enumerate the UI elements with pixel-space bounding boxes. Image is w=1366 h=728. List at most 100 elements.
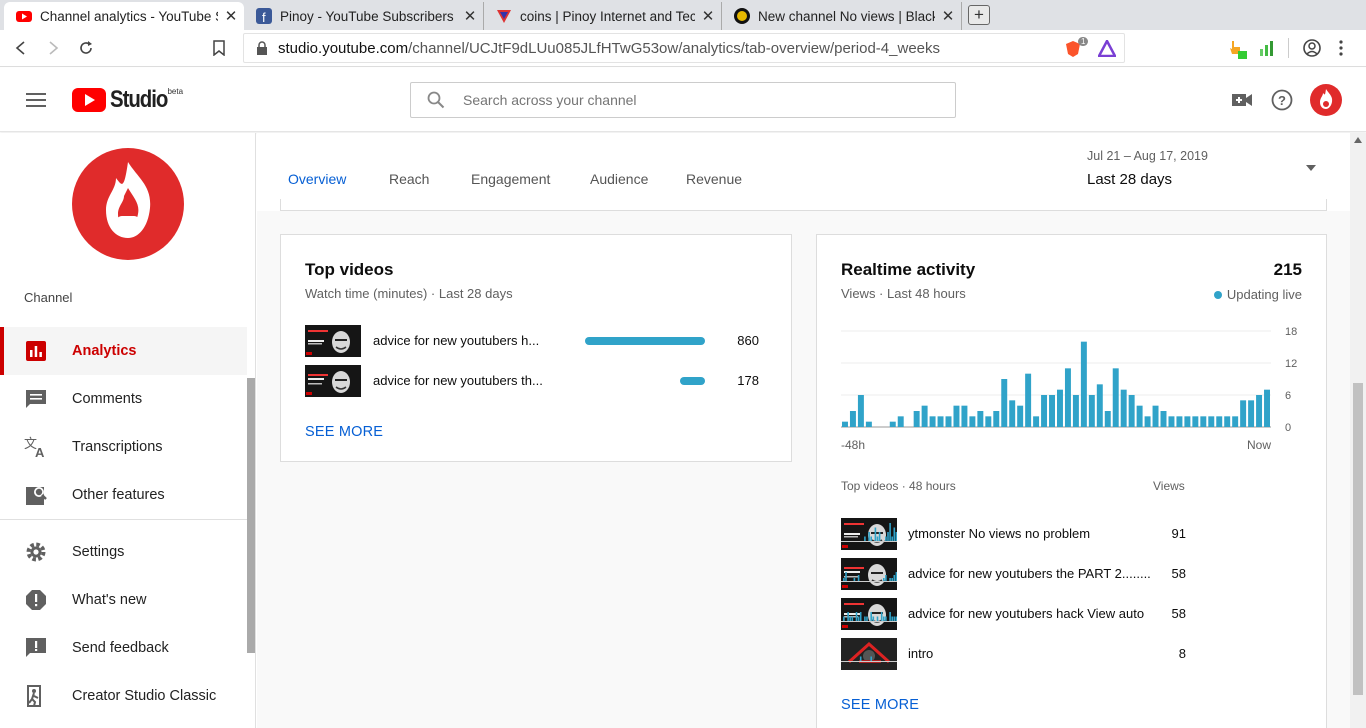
chart-bar[interactable] — [1264, 389, 1270, 427]
see-more-link[interactable]: SEE MORE — [305, 424, 383, 440]
tab-audience[interactable]: Audience — [590, 171, 648, 201]
back-icon[interactable] — [14, 41, 28, 55]
menu-kebab-icon[interactable] — [1339, 39, 1343, 57]
video-title[interactable]: ytmonster No views no problem — [908, 526, 1090, 541]
search-box[interactable] — [410, 82, 956, 118]
chart-bar[interactable] — [1017, 405, 1024, 427]
sidebar-item-creator-studio-classic[interactable]: Creator Studio Classic — [0, 672, 247, 720]
chart-bar[interactable] — [857, 395, 864, 427]
avatar[interactable] — [1310, 84, 1342, 116]
video-title[interactable]: advice for new youtubers th... — [373, 373, 543, 388]
channel-avatar[interactable] — [72, 148, 184, 260]
chart-bar[interactable] — [1033, 416, 1040, 427]
chart-bar[interactable] — [1025, 373, 1032, 427]
page-scrollbar[interactable] — [1350, 133, 1366, 728]
chart-bar[interactable] — [929, 416, 936, 427]
chart-bar[interactable] — [1216, 416, 1223, 427]
new-tab-button[interactable]: + — [968, 5, 990, 25]
chart-bar[interactable] — [1224, 416, 1231, 427]
chart-bar[interactable] — [961, 405, 968, 427]
chart-bar[interactable] — [1112, 368, 1119, 427]
realtime-video-row[interactable]: advice for new youtubers the PART 2.....… — [841, 558, 1303, 590]
chart-bar[interactable] — [897, 416, 904, 427]
help-icon[interactable]: ? — [1271, 89, 1293, 111]
chart-bar[interactable] — [977, 411, 984, 427]
chart-bar[interactable] — [1057, 389, 1063, 427]
sidebar-item-settings[interactable]: Settings — [0, 528, 247, 576]
sidebar-item-analytics[interactable]: Analytics — [0, 327, 247, 375]
close-tab-icon[interactable]: ✕ — [463, 7, 477, 25]
chart-bar[interactable] — [1208, 416, 1215, 427]
chart-bar[interactable] — [1248, 400, 1255, 427]
top-video-row[interactable]: advice for new youtubers h... 860 — [305, 325, 769, 357]
browser-tab-coins[interactable]: coins | Pinoy Internet and Technology ✕ — [484, 2, 722, 30]
chart-bar[interactable] — [1088, 395, 1095, 427]
chart-bar[interactable] — [1176, 416, 1183, 427]
address-bar[interactable]: studio.youtube.com/channel/UCJtF9dLUu085… — [243, 33, 1125, 63]
chart-bar[interactable] — [1072, 395, 1079, 427]
chart-bar[interactable] — [921, 405, 928, 427]
chart-bar[interactable] — [1168, 416, 1175, 427]
chart-bar[interactable] — [1160, 411, 1167, 427]
video-thumbnail[interactable] — [305, 365, 361, 397]
profile-icon[interactable] — [1303, 39, 1321, 57]
close-tab-icon[interactable]: ✕ — [941, 7, 955, 25]
realtime-video-row[interactable]: advice for new youtubers hack View auto … — [841, 598, 1303, 630]
sidebar-scrollbar[interactable] — [247, 378, 255, 653]
video-title[interactable]: advice for new youtubers hack View auto — [908, 606, 1144, 621]
video-title[interactable]: advice for new youtubers h... — [373, 333, 539, 348]
chart-bar[interactable] — [1064, 368, 1071, 427]
chart-bar[interactable] — [1001, 379, 1008, 427]
chart-bar[interactable] — [1104, 411, 1111, 427]
chart-bar[interactable] — [969, 416, 976, 427]
chart-bar[interactable] — [1192, 416, 1199, 427]
video-thumbnail[interactable] — [841, 598, 897, 630]
tab-reach[interactable]: Reach — [389, 171, 429, 201]
chart-bar[interactable] — [937, 416, 944, 427]
chart-bar[interactable] — [849, 411, 856, 427]
chart-bar[interactable] — [1009, 400, 1016, 427]
sidebar-item-whats-new[interactable]: What's new — [0, 576, 247, 624]
chart-bar[interactable] — [945, 416, 952, 427]
chart-bar[interactable] — [1080, 341, 1087, 427]
chart-bar[interactable] — [993, 411, 1000, 427]
chart-bar[interactable] — [1256, 395, 1263, 427]
chart-bar[interactable] — [1049, 395, 1055, 427]
chart-bar[interactable] — [1144, 416, 1151, 427]
chart-bar[interactable] — [985, 416, 992, 427]
chart-bar[interactable] — [1041, 395, 1048, 427]
chart-bar[interactable] — [1232, 416, 1239, 427]
chart-bar[interactable] — [1184, 416, 1191, 427]
browser-tab-blackhat[interactable]: New channel No views | BlackHat ✕ — [722, 2, 962, 30]
video-title[interactable]: intro — [908, 646, 933, 661]
chart-bar[interactable] — [913, 411, 920, 427]
bookmark-icon[interactable] — [213, 40, 225, 56]
chart-bar[interactable] — [1240, 400, 1247, 427]
search-input[interactable] — [463, 92, 923, 108]
chart-bar[interactable] — [1128, 395, 1135, 427]
chart-bar[interactable] — [953, 405, 960, 427]
forward-icon[interactable] — [46, 41, 60, 55]
video-thumbnail[interactable] — [841, 558, 897, 590]
close-tab-icon[interactable]: ✕ — [224, 7, 238, 25]
signal-extension-icon[interactable] — [1258, 39, 1276, 57]
chart-bar[interactable] — [1152, 405, 1159, 427]
tab-engagement[interactable]: Engagement — [471, 171, 550, 201]
video-thumbnail[interactable] — [305, 325, 361, 357]
period-selector[interactable]: Last 28 days — [1087, 171, 1172, 188]
studio-logo[interactable]: Studio beta — [72, 86, 193, 114]
chart-bar[interactable] — [889, 421, 896, 427]
page-scrollbar-thumb[interactable] — [1353, 383, 1363, 695]
chart-bar[interactable] — [1136, 405, 1143, 427]
browser-tab-pinoy[interactable]: f Pinoy - YouTube Subscribers ✕ — [244, 2, 484, 30]
extension-hand-icon[interactable] — [1228, 39, 1248, 59]
scroll-up-icon[interactable] — [1354, 137, 1362, 143]
video-thumbnail[interactable] — [841, 518, 897, 550]
chart-bar[interactable] — [865, 421, 872, 427]
realtime-video-row[interactable]: ytmonster No views no problem 91 — [841, 518, 1303, 550]
chevron-down-icon[interactable] — [1306, 165, 1316, 171]
hamburger-menu-icon[interactable] — [26, 93, 46, 107]
video-thumbnail[interactable] — [841, 638, 897, 670]
sidebar-item-comments[interactable]: Comments — [0, 375, 247, 423]
realtime-video-row[interactable]: intro 8 — [841, 638, 1303, 670]
